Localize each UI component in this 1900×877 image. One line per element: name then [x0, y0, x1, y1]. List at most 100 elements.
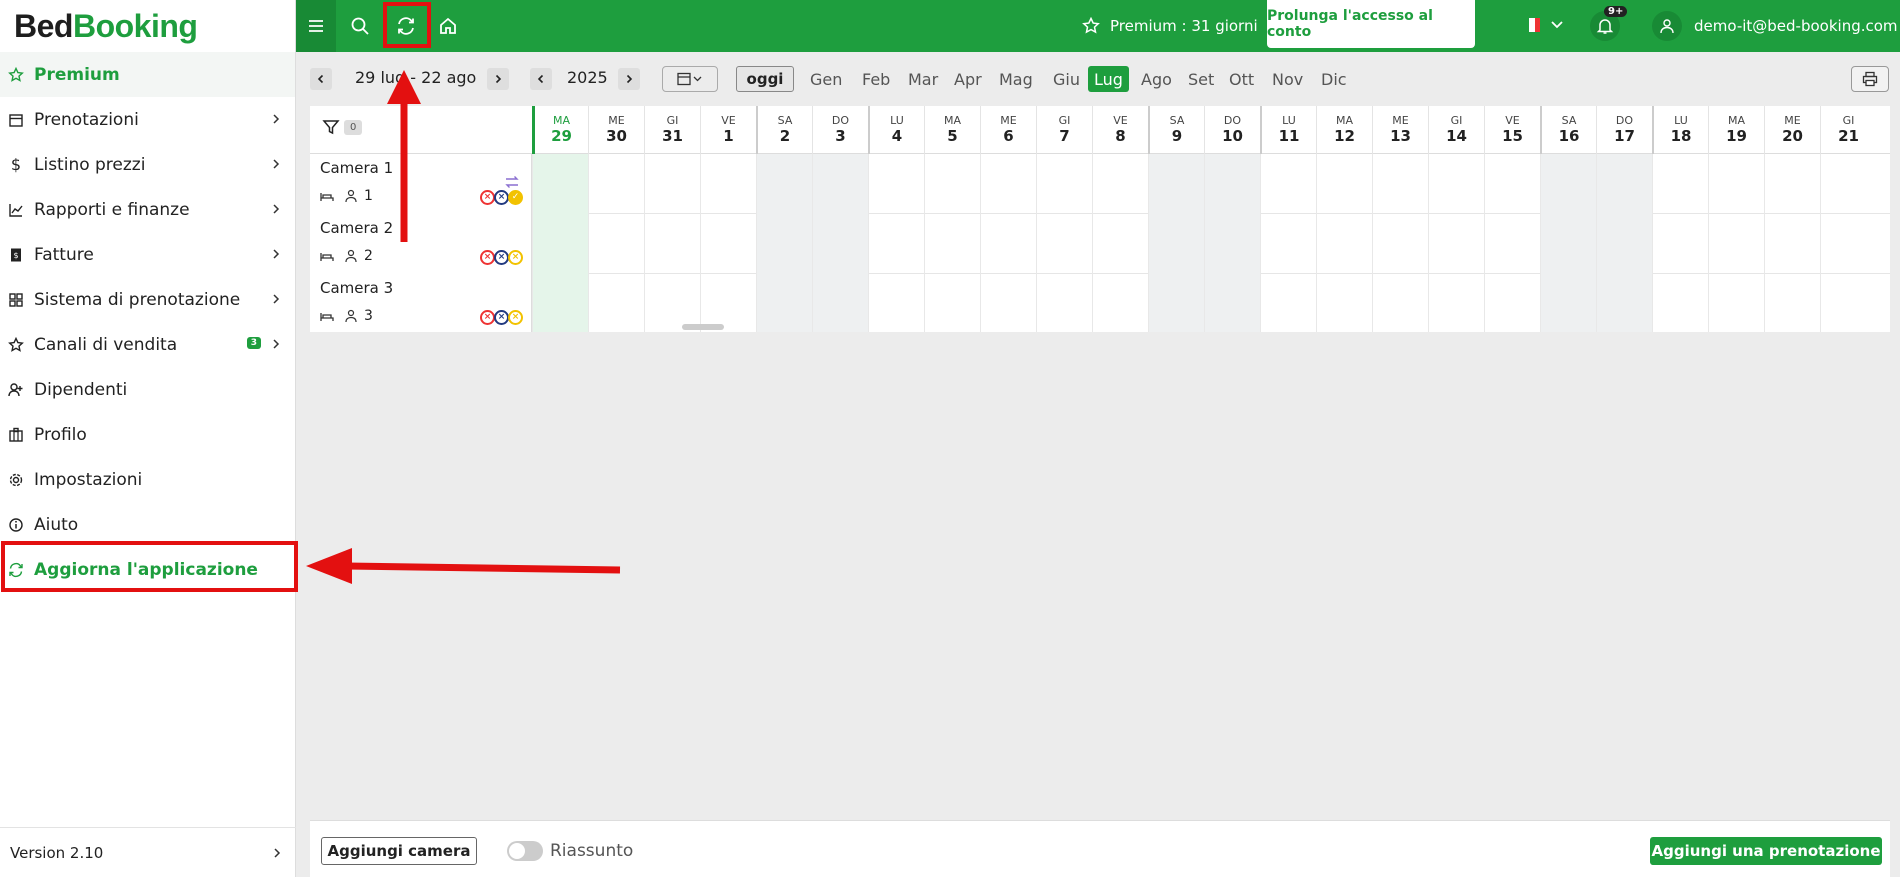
sidebar-item-dipendenti[interactable]: Dipendenti — [0, 367, 295, 412]
sidebar-item-rapporti[interactable]: Rapporti e finanze — [0, 187, 295, 232]
calendar-cell[interactable] — [924, 274, 980, 332]
menu-button[interactable] — [296, 0, 336, 52]
premium-status[interactable]: Premium : 31 giorni — [1082, 0, 1258, 52]
calendar-cell[interactable] — [1596, 274, 1652, 332]
calendar-cell[interactable] — [868, 214, 924, 274]
calendar-cell[interactable] — [1316, 154, 1372, 214]
calendar-cell[interactable] — [1372, 274, 1428, 332]
calendar-cell[interactable] — [980, 274, 1036, 332]
calendar-picker-button[interactable] — [662, 66, 718, 92]
year-prev-button[interactable] — [530, 68, 552, 90]
sidebar-item-prenotazioni[interactable]: Prenotazioni — [0, 97, 295, 142]
sidebar-item-fatture[interactable]: $ Fatture — [0, 232, 295, 277]
calendar-cell[interactable] — [1708, 274, 1764, 332]
calendar-cell[interactable] — [1764, 214, 1820, 274]
month-lug[interactable]: Lug — [1088, 66, 1129, 92]
sidebar-item-canali-vendita[interactable]: Canali di vendita 3 — [0, 322, 295, 367]
calendar-cell[interactable] — [1372, 154, 1428, 214]
today-button[interactable]: oggi — [736, 66, 794, 92]
calendar-cell[interactable] — [1764, 274, 1820, 332]
add-room-button[interactable]: Aggiungi camera — [321, 837, 477, 865]
calendar-cell[interactable] — [1540, 274, 1596, 332]
calendar-cell[interactable] — [1820, 214, 1876, 274]
calendar-cell[interactable] — [1260, 274, 1316, 332]
calendar-cell[interactable] — [1372, 214, 1428, 274]
sidebar-item-listino-prezzi[interactable]: $ Listino prezzi — [0, 142, 295, 187]
calendar-cell[interactable] — [980, 214, 1036, 274]
sidebar-item-sistema-prenotazione[interactable]: Sistema di prenotazione — [0, 277, 295, 322]
italian-flag-icon[interactable] — [1524, 18, 1540, 32]
calendar-cell[interactable] — [700, 154, 756, 214]
calendar-cell[interactable] — [1092, 214, 1148, 274]
search-button[interactable] — [340, 0, 380, 52]
month-ott[interactable]: Ott — [1223, 66, 1260, 92]
calendar-cell[interactable] — [532, 154, 588, 214]
calendar-cell[interactable] — [756, 154, 812, 214]
calendar-cell[interactable] — [1652, 274, 1708, 332]
calendar-cell[interactable] — [1204, 154, 1260, 214]
calendar-cell[interactable] — [1148, 154, 1204, 214]
user-menu[interactable]: demo-it@bed-booking.com — [1652, 0, 1898, 52]
month-feb[interactable]: Feb — [856, 66, 896, 92]
calendar-cell[interactable] — [1764, 154, 1820, 214]
status-x-yellow-icon[interactable]: × — [508, 310, 523, 325]
calendar-cell[interactable] — [756, 274, 812, 332]
horizontal-scrollbar[interactable] — [682, 324, 724, 330]
calendar-cell[interactable] — [588, 154, 644, 214]
sidebar-item-premium[interactable]: Premium — [0, 52, 295, 97]
month-nov[interactable]: Nov — [1266, 66, 1309, 92]
status-x-yellow-icon[interactable]: × — [508, 250, 523, 265]
month-set[interactable]: Set — [1182, 66, 1220, 92]
calendar-cell[interactable] — [1540, 154, 1596, 214]
calendar-cell[interactable] — [1596, 214, 1652, 274]
calendar-cell[interactable] — [980, 154, 1036, 214]
logo[interactable]: Bed Booking — [0, 0, 295, 52]
month-dic[interactable]: Dic — [1315, 66, 1353, 92]
calendar-cell[interactable] — [756, 214, 812, 274]
calendar-cell[interactable] — [700, 214, 756, 274]
filter-button[interactable]: 0 — [322, 118, 363, 136]
calendar-cell[interactable] — [1596, 154, 1652, 214]
extend-access-button[interactable]: Prolunga l'accesso al conto — [1267, 0, 1475, 48]
calendar-cell[interactable] — [1260, 154, 1316, 214]
room-info[interactable]: Camera 1 1 × × ✓ — [310, 154, 532, 214]
chevron-down-icon[interactable] — [1550, 18, 1564, 32]
calendar-cell[interactable] — [1428, 274, 1484, 332]
status-check-yellow-icon[interactable]: ✓ — [508, 190, 523, 205]
calendar-cell[interactable] — [1484, 274, 1540, 332]
status-x-blue-icon[interactable]: × — [494, 250, 509, 265]
status-x-blue-icon[interactable]: × — [494, 190, 509, 205]
calendar-cell[interactable] — [1428, 214, 1484, 274]
status-x-blue-icon[interactable]: × — [494, 310, 509, 325]
print-button[interactable] — [1851, 66, 1889, 92]
calendar-cell[interactable] — [1148, 214, 1204, 274]
calendar-cell[interactable] — [1540, 214, 1596, 274]
month-giu[interactable]: Giu — [1047, 66, 1086, 92]
calendar-cell[interactable] — [1204, 214, 1260, 274]
calendar-cell[interactable] — [1708, 214, 1764, 274]
calendar-cell[interactable] — [1260, 214, 1316, 274]
calendar-cell[interactable] — [1036, 214, 1092, 274]
status-x-red-icon[interactable]: × — [480, 250, 495, 265]
calendar-cell[interactable] — [1652, 154, 1708, 214]
home-button[interactable] — [428, 0, 468, 52]
status-x-red-icon[interactable]: × — [480, 190, 495, 205]
room-info[interactable]: Camera 2 2 × × × — [310, 214, 532, 274]
add-booking-button[interactable]: Aggiungi una prenotazione — [1650, 837, 1882, 865]
calendar-cell[interactable] — [1316, 274, 1372, 332]
calendar-cell[interactable] — [1708, 154, 1764, 214]
calendar-cell[interactable] — [1036, 154, 1092, 214]
calendar-cell[interactable] — [924, 154, 980, 214]
calendar-cell[interactable] — [1316, 214, 1372, 274]
sidebar-item-impostazioni[interactable]: Impostazioni — [0, 457, 295, 502]
calendar-cell[interactable] — [1036, 274, 1092, 332]
calendar-cell[interactable] — [1092, 274, 1148, 332]
calendar-cell[interactable] — [812, 154, 868, 214]
calendar-cell[interactable] — [1652, 214, 1708, 274]
calendar-cell[interactable] — [868, 274, 924, 332]
summary-toggle[interactable] — [507, 841, 543, 861]
calendar-cell[interactable] — [1820, 154, 1876, 214]
calendar-cell[interactable] — [1428, 154, 1484, 214]
calendar-cell[interactable] — [1484, 214, 1540, 274]
version-row[interactable]: Version 2.10 — [0, 827, 296, 877]
